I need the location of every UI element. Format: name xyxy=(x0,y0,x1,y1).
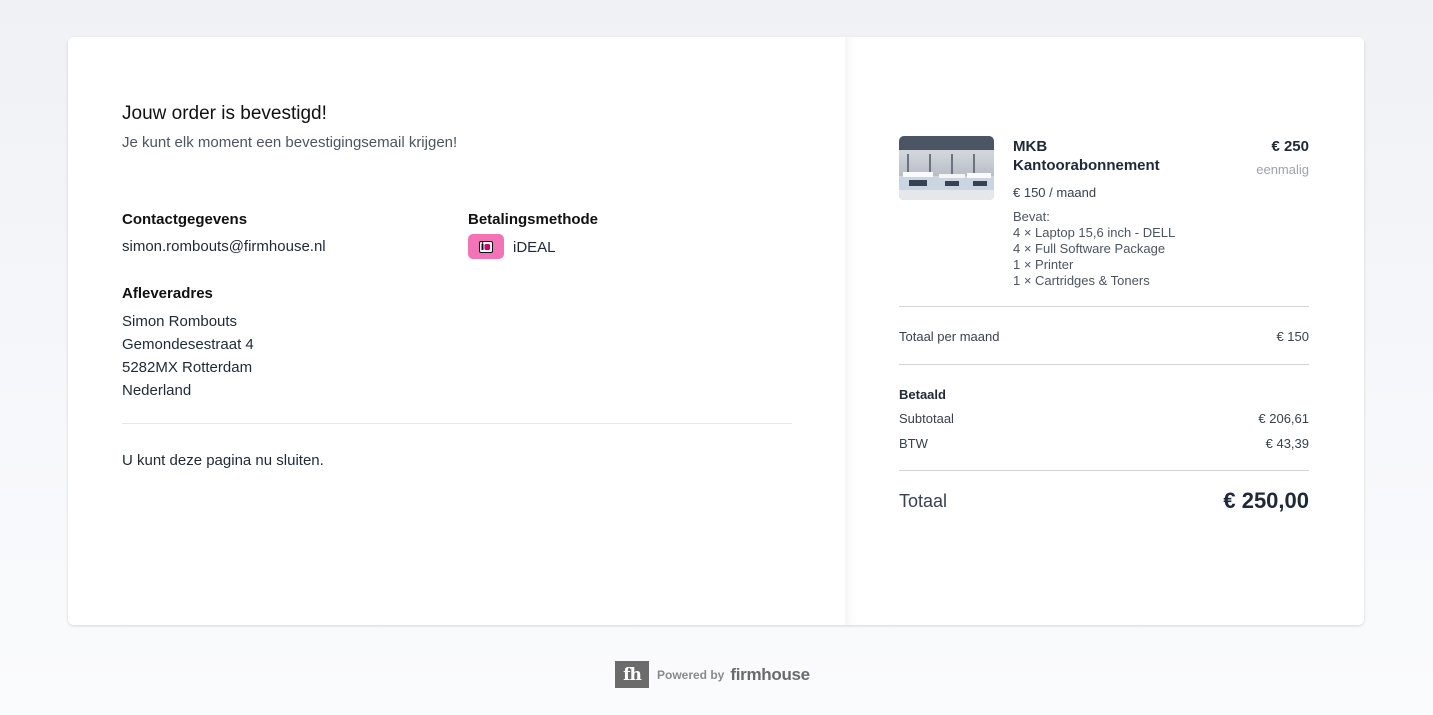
product-name-line2: Kantoorabonnement xyxy=(1013,157,1160,174)
contact-heading: Contactgegevens xyxy=(122,211,248,228)
divider xyxy=(899,306,1309,307)
firmhouse-brand: firmhouse xyxy=(730,664,810,684)
address-line: Gemondesestraat 4 xyxy=(122,336,254,353)
product-contents: Bevat: 4 × Laptop 15,6 inch - DELL 4 × F… xyxy=(1013,209,1175,289)
ideal-icon xyxy=(479,240,493,253)
address-line: Simon Rombouts xyxy=(122,313,238,330)
page-subtitle: Je kunt elk moment een bevestigingsemail… xyxy=(122,134,458,151)
page-title: Jouw order is bevestigd! xyxy=(122,103,327,124)
product-price-note: eenmalig xyxy=(1256,162,1309,177)
address-block: Simon Rombouts Gemondesestraat 4 5282MX … xyxy=(122,310,254,402)
powered-by-firmhouse-link[interactable]: fh Powered by firmhouse xyxy=(615,661,810,688)
subtotal-label: Subtotaal xyxy=(899,411,954,426)
paid-heading: Betaald xyxy=(899,387,946,402)
contents-item: 1 × Printer xyxy=(1013,257,1074,272)
order-details-panel: Jouw order is bevestigd! Je kunt elk mom… xyxy=(68,37,845,625)
subtotal-value: € 206,61 xyxy=(1258,411,1309,426)
total-value: € 250,00 xyxy=(1223,488,1309,513)
contents-item: 1 × Cartridges & Toners xyxy=(1013,273,1150,288)
address-line: 5282MX Rotterdam xyxy=(122,359,253,376)
contact-email: simon.rombouts@firmhouse.nl xyxy=(122,238,326,255)
office-photo-icon xyxy=(899,136,994,200)
divider xyxy=(899,364,1309,365)
vat-label: BTW xyxy=(899,436,928,451)
payment-method: iDEAL xyxy=(513,239,556,256)
divider xyxy=(122,423,792,424)
ideal-badge xyxy=(468,234,504,259)
product-price: € 250 xyxy=(1271,138,1309,155)
order-confirmation-card: Jouw order is bevestigd! Je kunt elk mom… xyxy=(68,37,1364,625)
divider xyxy=(899,470,1309,471)
firmhouse-logo-icon: fh xyxy=(615,661,649,688)
powered-by-text: Powered by xyxy=(657,667,725,682)
monthly-total-label: Totaal per maand xyxy=(899,329,1000,344)
product-name-line1: MKB xyxy=(1013,138,1048,155)
close-message: U kunt deze pagina nu sluiten. xyxy=(122,452,324,469)
order-summary-panel: MKB Kantoorabonnement € 250 eenmalig € 1… xyxy=(845,37,1364,625)
total-label: Totaal xyxy=(899,491,948,511)
contents-item: 4 × Full Software Package xyxy=(1013,241,1166,256)
address-heading: Afleveradres xyxy=(122,285,213,302)
payment-heading: Betalingsmethode xyxy=(468,211,599,228)
contents-item: 4 × Laptop 15,6 inch - DELL xyxy=(1013,225,1176,240)
vat-value: € 43,39 xyxy=(1265,436,1309,451)
product-recurring: € 150 / maand xyxy=(1013,185,1097,200)
monthly-total-value: € 150 xyxy=(1276,329,1309,344)
contents-label: Bevat: xyxy=(1013,209,1050,224)
address-line: Nederland xyxy=(122,382,192,399)
product-image xyxy=(899,136,994,200)
